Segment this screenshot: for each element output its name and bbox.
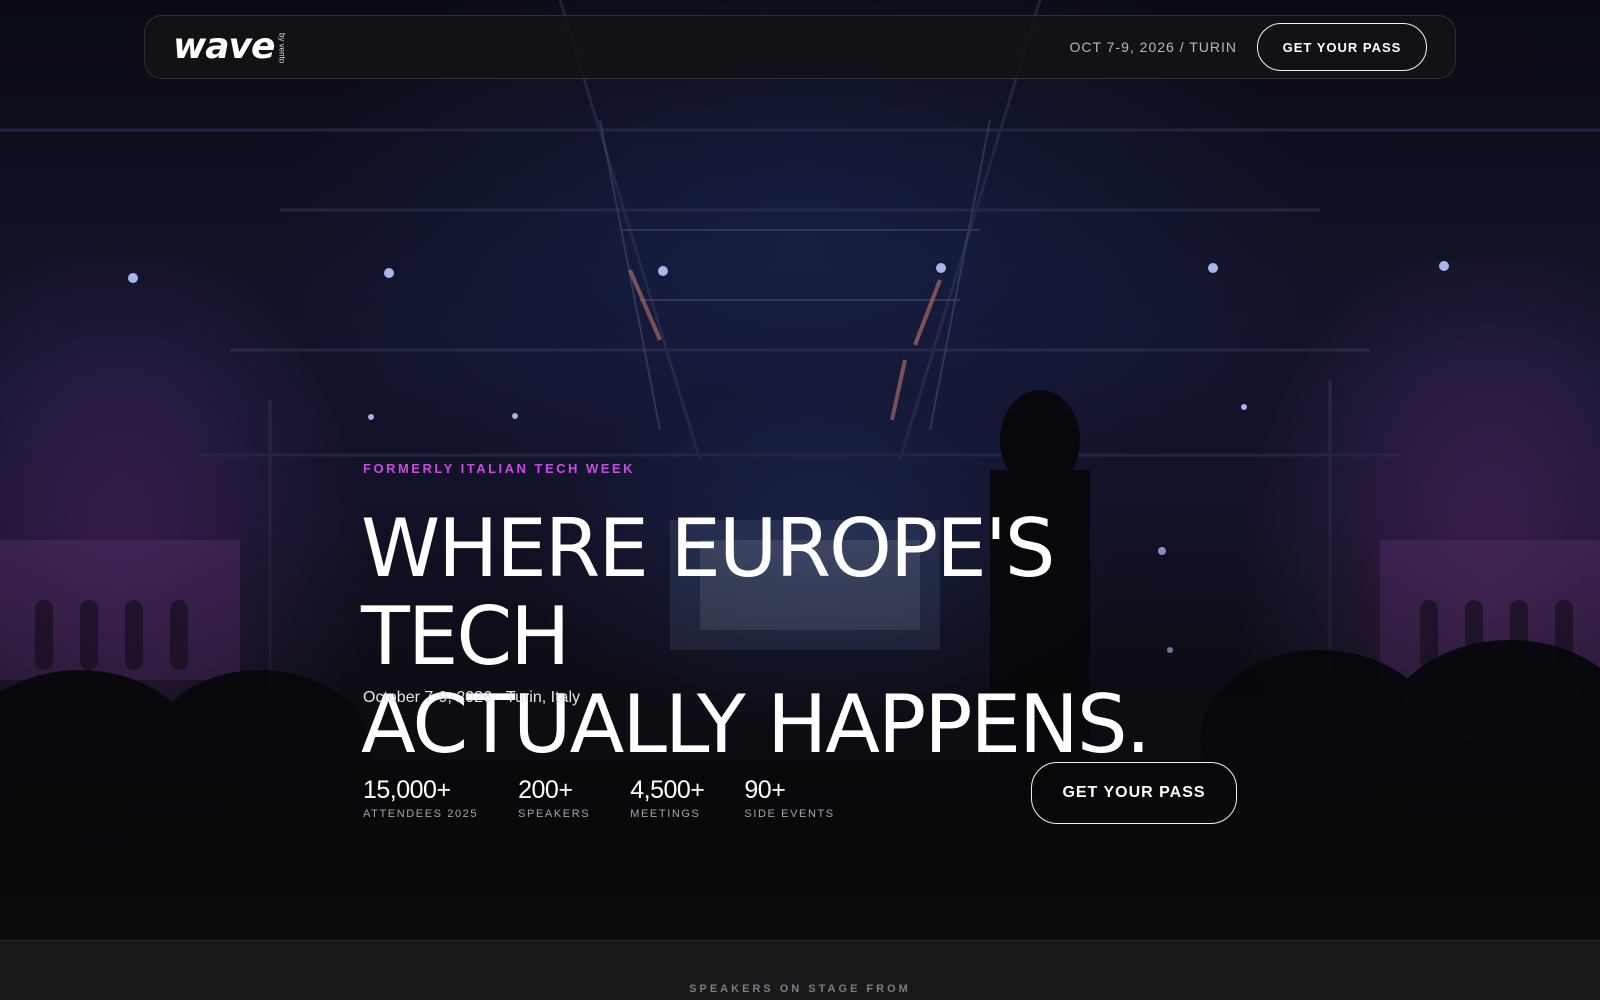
wave-logo[interactable]: wave by vento	[173, 26, 287, 67]
nav-date-location: OCT 7-9, 2026 / TURIN	[1069, 39, 1237, 55]
nav-right-group: OCT 7-9, 2026 / TURIN GET YOUR PASS	[1069, 23, 1427, 71]
stat-attendees: 15,000+ ATTENDEES 2025	[363, 776, 478, 820]
stat-value: 4,500+	[630, 776, 705, 804]
stat-value: 90+	[744, 776, 786, 804]
hero-stats: 15,000+ ATTENDEES 2025 200+ SPEAKERS 4,5…	[363, 776, 875, 820]
hero-eyebrow: FORMERLY ITALIAN TECH WEEK	[363, 461, 636, 476]
stat-label: MEETINGS	[630, 808, 701, 820]
logo-subtitle: by vento	[277, 32, 287, 63]
stat-label: SIDE EVENTS	[744, 808, 835, 820]
speakers-logo-strip: SPEAKERS ON STAGE FROM	[0, 940, 1600, 1000]
top-nav-bar: wave by vento OCT 7-9, 2026 / TURIN GET …	[144, 15, 1456, 79]
stat-label: SPEAKERS	[518, 808, 591, 820]
logo-wordmark: wave	[173, 26, 275, 67]
stat-side-events: 90+ SIDE EVENTS	[744, 776, 834, 820]
stat-speakers: 200+ SPEAKERS	[518, 776, 590, 820]
nav-get-pass-button[interactable]: GET YOUR PASS	[1257, 23, 1427, 71]
stat-value: 200+	[518, 776, 573, 804]
headline-line-1: WHERE EUROPE'S TECH	[361, 502, 1056, 683]
stat-meetings: 4,500+ MEETINGS	[630, 776, 705, 820]
landing-page: wave by vento OCT 7-9, 2026 / TURIN GET …	[0, 0, 1600, 1000]
speakers-strip-label: SPEAKERS ON STAGE FROM	[689, 983, 911, 995]
hero-headline: WHERE EUROPE'S TECH ACTUALLY HAPPENS.	[361, 505, 1281, 769]
event-date-location: October 7-9, 2026 · Turin, Italy	[363, 689, 580, 706]
hero-get-pass-button[interactable]: GET YOUR PASS	[1031, 762, 1237, 824]
stat-value: 15,000+	[363, 776, 451, 804]
stat-label: ATTENDEES 2025	[363, 808, 479, 820]
